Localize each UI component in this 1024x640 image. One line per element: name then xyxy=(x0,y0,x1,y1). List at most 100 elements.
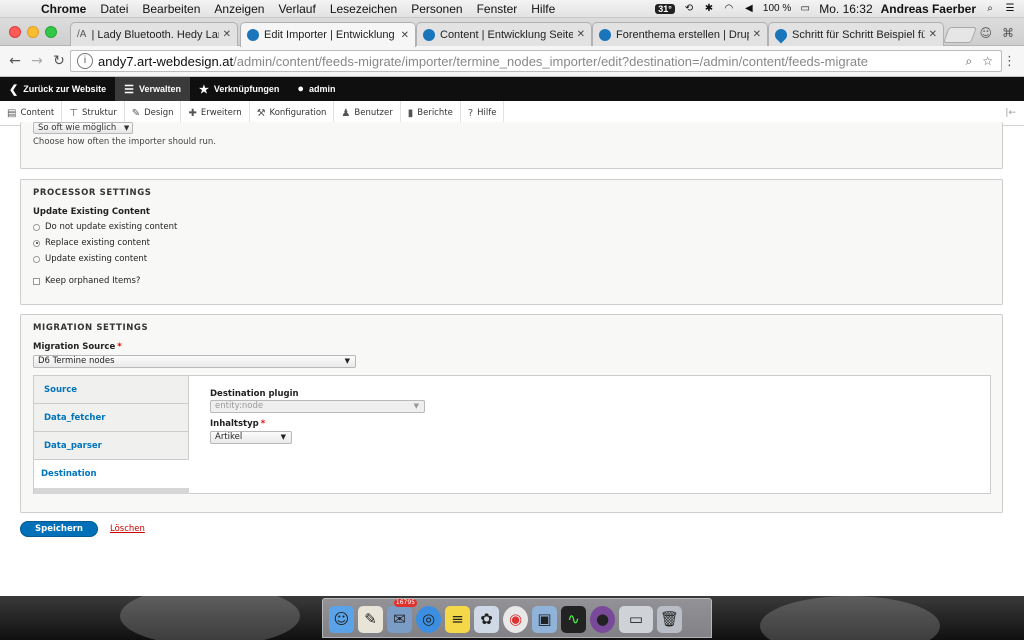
profile-icon[interactable]: ☺ xyxy=(979,26,992,40)
volume-icon[interactable]: ◀ xyxy=(743,3,755,14)
menu-datei[interactable]: Datei xyxy=(93,2,135,16)
close-window-button[interactable] xyxy=(9,26,21,38)
browser-tab-active[interactable]: Edit Importer | Entwicklung ✕ xyxy=(240,22,416,47)
user-tab[interactable]: ● admin xyxy=(288,77,344,101)
chrome-icon[interactable]: ◉ xyxy=(503,606,528,633)
reload-icon[interactable]: ↻ xyxy=(48,53,70,69)
wifi-icon[interactable]: ◠ xyxy=(723,3,735,14)
extension-icon[interactable]: ⌘ xyxy=(1002,26,1014,40)
notification-center-icon[interactable]: ☰ xyxy=(1004,3,1016,14)
safari-icon[interactable]: ◎ xyxy=(416,606,441,633)
back-arrow-icon[interactable]: ← xyxy=(4,53,26,69)
zoom-search-icon[interactable]: ⌕ xyxy=(966,54,973,69)
keep-orphaned-checkbox[interactable]: Keep orphaned Items? xyxy=(33,276,140,286)
url-path: /admin/content/feeds-migrate/importer/te… xyxy=(233,53,868,69)
battery-icon[interactable]: ▭ xyxy=(799,3,811,14)
battery-percent[interactable]: 100 % xyxy=(763,3,791,14)
menu-fenster[interactable]: Fenster xyxy=(470,2,525,16)
downloads-stack-icon[interactable]: ▭ xyxy=(619,606,653,633)
radio-button[interactable] xyxy=(33,223,40,231)
app-icon[interactable]: ● xyxy=(590,606,615,633)
content-type-label: Inhaltstyp * xyxy=(210,419,410,429)
save-button[interactable]: Speichern xyxy=(20,521,98,537)
menu-verlauf[interactable]: Verlauf xyxy=(271,2,322,16)
radio-update-existing[interactable]: Update existing content xyxy=(33,254,147,264)
preview-icon[interactable]: ▣ xyxy=(532,606,557,633)
menu-bearbeiten[interactable]: Bearbeiten xyxy=(135,2,207,16)
radio-do-not-update[interactable]: Do not update existing content xyxy=(33,222,177,232)
migration-source-label-text: Migration Source xyxy=(33,342,116,352)
menu-anzeigen[interactable]: Anzeigen xyxy=(207,2,271,16)
migration-source-select[interactable]: D6 Termine nodes ▼ xyxy=(33,355,356,368)
photos-icon[interactable]: ✿ xyxy=(474,606,499,633)
spotlight-icon[interactable]: ⌕ xyxy=(984,3,996,14)
vtab-data-fetcher[interactable]: Data_fetcher xyxy=(34,404,189,432)
manage-label: Verwalten xyxy=(138,84,181,94)
menubar-clock[interactable]: Mo. 16:32 xyxy=(819,2,872,16)
browser-tab-strip: /A | Lady Bluetooth. Hedy Lama ✕ Edit Im… xyxy=(0,18,1024,47)
chrome-menu-icon[interactable]: ⋮ xyxy=(1003,54,1016,69)
browser-tab[interactable]: Content | Entwicklung Seite ✕ xyxy=(416,22,592,46)
delete-link[interactable]: Löschen xyxy=(110,524,145,534)
dropdown-arrow-icon: ▼ xyxy=(123,124,130,132)
tab-close-icon[interactable]: ✕ xyxy=(753,29,761,40)
vtab-destination[interactable]: Destination xyxy=(34,460,190,488)
update-existing-label: Update Existing Content xyxy=(33,207,150,217)
import-period-description: Choose how often the importer should run… xyxy=(33,137,216,147)
temperature-badge[interactable]: 31° xyxy=(655,3,675,14)
menu-hilfe[interactable]: Hilfe xyxy=(524,2,562,16)
browser-tab[interactable]: Forenthema erstellen | Drupa ✕ xyxy=(592,22,768,46)
content-type-select[interactable]: Artikel ▼ xyxy=(210,431,292,444)
shortcuts-tab[interactable]: ★ Verknüpfungen xyxy=(190,77,288,101)
vtab-data-parser[interactable]: Data_parser xyxy=(34,432,189,460)
browser-tab[interactable]: Schritt für Schritt Beispiel für ✕ xyxy=(768,22,944,46)
finder-icon[interactable]: ☺ xyxy=(329,606,354,633)
wallpaper-highlight xyxy=(760,596,940,640)
macos-dock: ☺ ✎ ✉ 16795 ◎ ≡ ✿ ◉ ▣ ∿ ● ▭ 🗑 xyxy=(322,598,712,638)
mail-icon[interactable]: ✉ 16795 xyxy=(387,599,417,633)
dropdown-arrow-icon: ▼ xyxy=(413,402,419,410)
radio-button[interactable] xyxy=(33,239,40,247)
tray-orientation-toggle-icon[interactable]: |← xyxy=(1005,108,1016,118)
tab-title: Content | Entwicklung Seite xyxy=(440,28,573,41)
manage-tab[interactable]: ☰ Verwalten xyxy=(115,77,190,101)
radio-replace-existing[interactable]: Replace existing content xyxy=(33,238,150,248)
url-field[interactable]: i andy7.art-webdesign.at /admin/content/… xyxy=(70,50,1002,72)
site-info-icon[interactable]: i xyxy=(77,53,93,69)
menu-personen[interactable]: Personen xyxy=(404,2,469,16)
import-period-select[interactable]: So oft wie möglich ▼ xyxy=(33,122,134,134)
content-type-value: Artikel xyxy=(215,432,243,442)
import-period-fieldset: So oft wie möglich ▼ Choose how often th… xyxy=(20,122,1003,169)
tab-close-icon[interactable]: ✕ xyxy=(929,29,937,40)
zoom-window-button[interactable] xyxy=(45,26,57,38)
forward-arrow-icon[interactable]: → xyxy=(26,53,48,69)
new-tab-button[interactable] xyxy=(943,27,977,43)
back-to-site-link[interactable]: ❮ Zurück zur Website xyxy=(0,77,115,101)
help-icon: ? xyxy=(467,107,474,119)
migration-settings-fieldset: MIGRATION SETTINGS Migration Source * D6 … xyxy=(20,314,1003,513)
time-machine-icon[interactable]: ⟲ xyxy=(683,3,695,14)
bookmark-star-icon[interactable]: ☆ xyxy=(982,54,993,69)
activity-monitor-icon[interactable]: ∿ xyxy=(561,606,586,633)
menubar-user[interactable]: Andreas Faerber xyxy=(881,2,976,16)
radio-button[interactable] xyxy=(33,255,40,263)
bluetooth-icon[interactable]: ✱ xyxy=(703,3,715,14)
tab-close-icon[interactable]: ✕ xyxy=(223,29,231,40)
tab-close-icon[interactable]: ✕ xyxy=(577,29,585,40)
browser-tab[interactable]: /A | Lady Bluetooth. Hedy Lama ✕ xyxy=(70,22,238,46)
trash-icon[interactable]: 🗑 xyxy=(657,606,682,633)
migration-source-label: Migration Source * xyxy=(33,342,122,352)
form-actions: Speichern Löschen xyxy=(20,521,145,537)
checkbox[interactable] xyxy=(33,277,40,285)
destination-plugin-select[interactable]: entity:node ▼ xyxy=(210,400,425,413)
tab-close-icon[interactable]: ✕ xyxy=(401,30,409,41)
menu-lesezeichen[interactable]: Lesezeichen xyxy=(323,2,404,16)
notes-icon[interactable]: ≡ xyxy=(445,606,470,633)
textedit-icon[interactable]: ✎ xyxy=(358,606,383,633)
minimize-window-button[interactable] xyxy=(27,26,39,38)
menu-chrome[interactable]: Chrome xyxy=(34,2,93,16)
vtab-source[interactable]: Source xyxy=(34,376,189,404)
macos-menubar: Chrome Datei Bearbeiten Anzeigen Verlauf… xyxy=(0,0,1024,18)
tray-label: Konfiguration xyxy=(269,108,327,118)
checkbox-label: Keep orphaned Items? xyxy=(45,276,141,286)
